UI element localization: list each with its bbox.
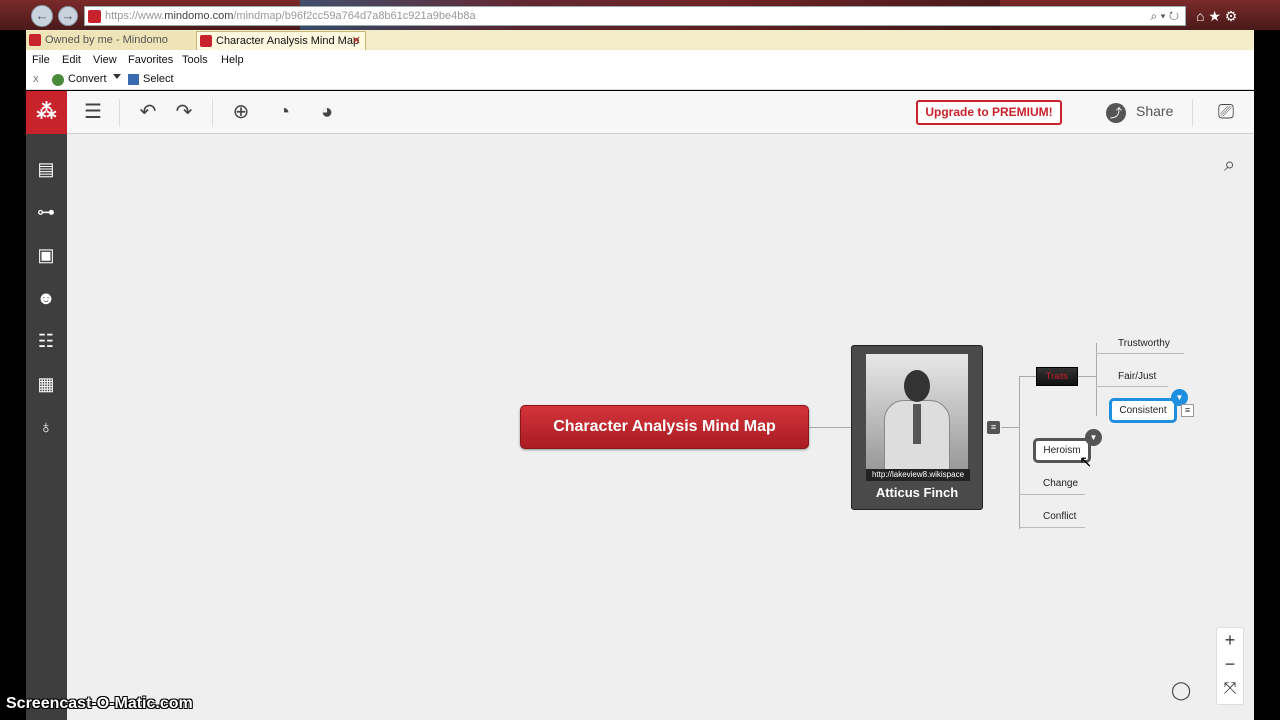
recording-watermark: Screencast-O-Matic.com: [6, 695, 193, 712]
redo-icon[interactable]: ↷: [173, 101, 195, 123]
address-bar[interactable]: https://www.mindomo.com/mindmap/b96f2cc5…: [84, 6, 1186, 26]
tab-label: Character Analysis Mind Map: [216, 35, 360, 47]
idea-bulb-icon[interactable]: ♁: [34, 415, 58, 439]
search-icon[interactable]: ⌕: [1224, 154, 1235, 177]
select-button[interactable]: Select: [143, 73, 174, 85]
share-button[interactable]: Share: [1136, 103, 1173, 119]
topic-underline: [1096, 353, 1184, 354]
menu-favorites[interactable]: Favorites: [128, 54, 173, 66]
subtopic-trustworthy[interactable]: Trustworthy: [1118, 338, 1170, 349]
topic-notes-icon[interactable]: ≡: [987, 421, 1000, 434]
relationship-icon[interactable]: ◔: [273, 101, 295, 123]
topic-underline: [1019, 494, 1085, 495]
menu-file[interactable]: File: [32, 54, 50, 66]
menu-hamburger-icon[interactable]: ☰: [82, 101, 104, 123]
convert-dropdown-icon[interactable]: [113, 74, 121, 79]
subtopic-consistent-selected[interactable]: Consistent: [1109, 398, 1177, 423]
task-list-icon[interactable]: ☷: [34, 329, 58, 353]
menu-help[interactable]: Help: [221, 54, 244, 66]
left-black-strip: [0, 30, 26, 720]
site-favicon-icon: [88, 10, 101, 23]
atticus-photo: [866, 354, 968, 469]
connector-line: [1019, 376, 1020, 529]
right-black-strip: [1254, 30, 1280, 720]
subtopic-conflict[interactable]: Conflict: [1043, 511, 1076, 522]
menu-bar: File Edit View Favorites Tools Help: [26, 50, 1254, 70]
tab-label: Owned by me - Mindomo: [45, 34, 168, 46]
connector-line: [1001, 427, 1019, 428]
subtopic-traits[interactable]: Traits: [1036, 367, 1078, 386]
subtopic-fair-just[interactable]: Fair/Just: [1118, 371, 1156, 382]
upgrade-premium-button[interactable]: Upgrade to PREMIUM!: [916, 100, 1062, 125]
mindomo-favicon-icon: [29, 34, 41, 46]
image-icon[interactable]: ▣: [34, 243, 58, 267]
toolbar-separator: [119, 99, 120, 127]
mindmap-canvas[interactable]: ⌕ Character Analysis Mind Map http://lak…: [67, 134, 1254, 720]
link-icon[interactable]: ⊶: [34, 200, 58, 224]
collapse-toggle-icon[interactable]: ▼: [1085, 429, 1102, 446]
back-button[interactable]: ←: [31, 5, 53, 27]
theme-palette-icon[interactable]: ◕: [316, 101, 338, 123]
left-sidebar: ▤ ⊶ ▣ ☻ ☷ ▦ ♁: [26, 134, 67, 720]
comments-icon[interactable]: ▦: [34, 372, 58, 396]
connector-line: [809, 427, 851, 428]
subtopic-change[interactable]: Change: [1043, 478, 1078, 489]
notes-document-icon[interactable]: ▤: [34, 157, 58, 181]
main-topic-atticus-finch[interactable]: http://lakeview8.wikispace Atticus Finch: [851, 345, 983, 510]
mindomo-favicon-icon: [200, 35, 212, 47]
add-topic-icon[interactable]: ⊕: [230, 101, 252, 123]
undo-icon[interactable]: ↶: [137, 101, 159, 123]
menu-edit[interactable]: Edit: [62, 54, 81, 66]
topic-underline: [1019, 527, 1085, 528]
toolbar-separator: [212, 99, 213, 127]
close-cmdbar-button[interactable]: x: [33, 73, 39, 85]
connector-line: [1078, 376, 1096, 377]
photo-figure-head: [904, 370, 930, 402]
tab-close-icon[interactable]: ✕: [352, 32, 361, 50]
tab-character-analysis[interactable]: Character Analysis Mind Map ✕: [196, 31, 366, 50]
zoom-out-button[interactable]: −: [1217, 654, 1243, 675]
topic-underline: [1096, 386, 1168, 387]
topic-menu-icon[interactable]: ≡: [1181, 404, 1194, 417]
mindomo-logo[interactable]: ⁂: [26, 91, 67, 134]
select-icon: [128, 74, 139, 85]
tab-bar: Owned by me - Mindomo Character Analysis…: [26, 30, 1254, 50]
central-topic[interactable]: Character Analysis Mind Map: [520, 405, 809, 449]
convert-button[interactable]: Convert: [68, 73, 107, 85]
image-caption: http://lakeview8.wikispace: [866, 469, 970, 481]
zoom-controls: + − ⤧: [1216, 627, 1244, 705]
fit-to-screen-icon[interactable]: ⤧: [1217, 680, 1243, 698]
comment-bubble-icon[interactable]: ◯: [1171, 680, 1191, 701]
mouse-cursor-icon: ↖: [1079, 454, 1093, 471]
photo-figure-tie: [913, 404, 921, 444]
screen: ← → https://www.mindomo.com/mindmap/b96f…: [0, 0, 1280, 720]
app-toolbar: ☰ ↶ ↷ ⊕ ◔ ◕ Upgrade to PREMIUM! ⤴ Share …: [26, 91, 1254, 134]
forward-button[interactable]: →: [58, 6, 78, 26]
smiley-icon[interactable]: ☻: [34, 286, 58, 310]
browser-home-favorites-tools-icons[interactable]: ⌂ ★ ⚙: [1196, 8, 1237, 25]
command-bar: x Convert Select: [26, 70, 1254, 90]
toolbar-separator: [1192, 99, 1193, 127]
connector-line: [1019, 376, 1036, 377]
tab-owned-by-me[interactable]: Owned by me - Mindomo: [26, 31, 196, 50]
menu-tools[interactable]: Tools: [182, 54, 208, 66]
address-url: https://www.mindomo.com/mindmap/b96f2cc5…: [105, 10, 476, 22]
main-topic-label: Atticus Finch: [875, 485, 959, 500]
convert-icon: [52, 74, 64, 86]
zoom-in-button[interactable]: +: [1217, 630, 1243, 651]
address-actions[interactable]: ⌕ ▾ ↻: [1150, 9, 1179, 24]
presentation-icon[interactable]: ⎚: [1215, 101, 1237, 123]
menu-view[interactable]: View: [93, 54, 117, 66]
share-icon[interactable]: ⤴: [1106, 103, 1126, 123]
